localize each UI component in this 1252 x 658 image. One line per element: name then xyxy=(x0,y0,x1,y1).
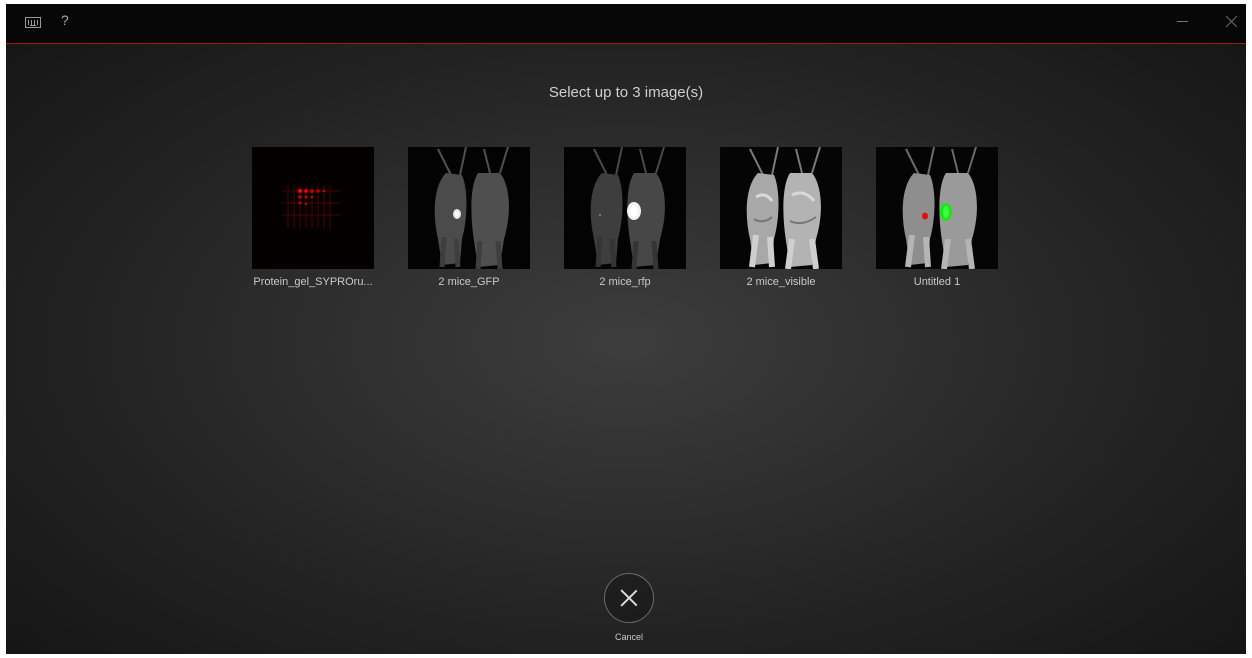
untitled-1-preview xyxy=(876,147,998,269)
mice-gfp-preview xyxy=(408,147,530,269)
select-prompt: Select up to 3 image(s) xyxy=(548,84,704,101)
image-thumbnail-mice-gfp[interactable]: 2 mice_GFP xyxy=(408,147,530,288)
title-bar: ? xyxy=(6,4,1246,44)
image-caption: 2 mice_visible xyxy=(746,276,816,288)
cancel-label: Cancel xyxy=(614,632,643,642)
mice-visible-preview xyxy=(720,147,842,269)
image-thumbnail-protein-gel[interactable]: Protein_gel_SYPROru... xyxy=(252,147,374,288)
mice-rfp-preview xyxy=(564,147,686,269)
image-caption: 2 mice_GFP xyxy=(438,276,500,288)
protein-gel-preview xyxy=(252,147,374,269)
close-icon xyxy=(620,589,638,607)
image-caption: 2 mice_rfp xyxy=(599,276,651,288)
help-button[interactable]: ? xyxy=(61,12,69,28)
image-caption: Untitled 1 xyxy=(913,276,961,288)
cancel-button[interactable] xyxy=(604,573,654,623)
image-thumbnail-mice-rfp[interactable]: 2 mice_rfp xyxy=(564,147,686,288)
image-thumbnail-mice-visible[interactable]: 2 mice_visible xyxy=(720,147,842,288)
image-caption: Protein_gel_SYPROru... xyxy=(253,276,373,288)
minimize-icon[interactable] xyxy=(1177,21,1188,22)
keyboard-icon[interactable] xyxy=(25,17,41,28)
image-thumbnail-untitled-1[interactable]: Untitled 1 xyxy=(876,147,998,288)
close-icon[interactable] xyxy=(1225,14,1239,28)
image-select-window: ? Select up to 3 image(s) Protein_gel_SY… xyxy=(6,4,1246,654)
